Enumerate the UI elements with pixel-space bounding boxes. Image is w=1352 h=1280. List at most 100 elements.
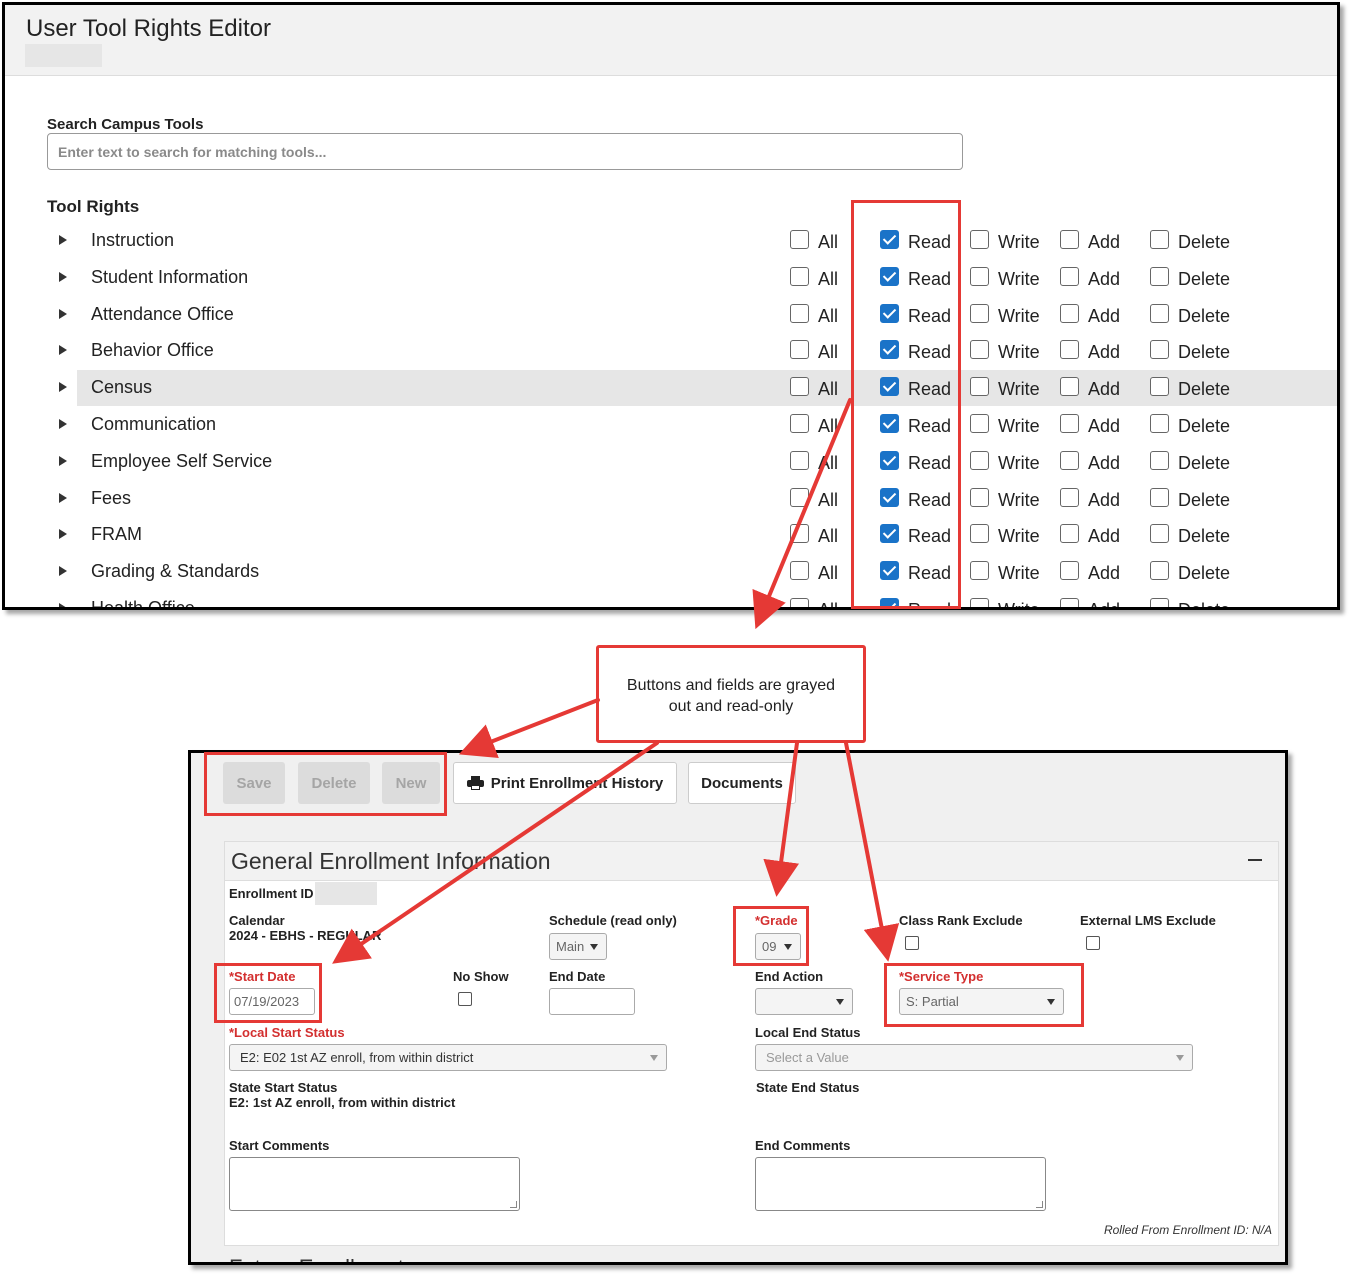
all-checkbox[interactable] (790, 487, 809, 507)
delete-label: Delete (1178, 526, 1231, 547)
add-checkbox[interactable] (1060, 524, 1079, 544)
tool-row[interactable]: Grading & Standards All Read Write Add Delete (55, 554, 1337, 590)
read-checkbox[interactable] (880, 377, 899, 397)
write-checkbox[interactable] (970, 450, 989, 470)
write-checkbox[interactable] (970, 598, 989, 607)
start-date-input[interactable]: 07/19/2023 (229, 988, 315, 1015)
delete-checkbox[interactable] (1150, 598, 1169, 607)
tool-row[interactable]: Health Office All Read Write Add Delete (55, 591, 1337, 607)
read-checkbox[interactable] (880, 340, 899, 360)
end-comments-textarea[interactable] (755, 1157, 1046, 1211)
search-tools-input[interactable] (47, 133, 963, 170)
expand-caret-icon[interactable] (59, 419, 67, 429)
write-checkbox[interactable] (970, 266, 989, 286)
expand-caret-icon[interactable] (59, 529, 67, 540)
delete-checkbox[interactable] (1150, 340, 1169, 360)
add-checkbox[interactable] (1060, 303, 1079, 323)
schedule-select[interactable]: Main (549, 933, 607, 960)
expand-caret-icon[interactable] (59, 603, 67, 607)
write-checkbox[interactable] (970, 487, 989, 507)
delete-checkbox[interactable] (1150, 377, 1169, 397)
grade-select[interactable]: 09 (755, 933, 801, 960)
delete-checkbox[interactable] (1150, 303, 1169, 323)
write-checkbox[interactable] (970, 414, 989, 433)
delete-checkbox[interactable] (1150, 414, 1169, 433)
add-checkbox[interactable] (1060, 230, 1079, 249)
write-checkbox[interactable] (970, 524, 989, 544)
delete-checkbox[interactable] (1150, 524, 1169, 544)
write-checkbox[interactable] (970, 561, 989, 581)
all-checkbox[interactable] (790, 377, 809, 397)
collapse-icon[interactable] (1248, 859, 1262, 861)
add-checkbox[interactable] (1060, 266, 1079, 286)
read-checkbox[interactable] (880, 266, 899, 286)
read-checkbox[interactable] (880, 561, 899, 581)
write-checkbox[interactable] (970, 340, 989, 360)
save-button[interactable]: Save (223, 762, 285, 804)
all-checkbox[interactable] (790, 303, 809, 323)
all-checkbox[interactable] (790, 524, 809, 544)
all-checkbox[interactable] (790, 598, 809, 607)
tool-row[interactable]: Communication All Read Write Add Delete (55, 407, 1337, 443)
expand-caret-icon[interactable] (59, 308, 67, 319)
print-enrollment-history-button[interactable]: Print Enrollment History (453, 762, 677, 804)
all-checkbox[interactable] (790, 266, 809, 286)
tool-row[interactable]: Attendance Office All Read Write Add Delete (55, 297, 1337, 333)
delete-button[interactable]: Delete (298, 762, 370, 804)
rolled-from-enrollment-id: Rolled From Enrollment ID: N/A (1103, 1223, 1272, 1237)
delete-checkbox[interactable] (1150, 266, 1169, 286)
class-rank-exclude-checkbox[interactable] (905, 936, 919, 950)
expand-caret-icon[interactable] (59, 271, 67, 282)
expand-caret-icon[interactable] (59, 345, 67, 356)
write-checkbox[interactable] (970, 377, 989, 397)
expand-caret-icon[interactable] (59, 455, 67, 466)
expand-caret-icon[interactable] (59, 382, 67, 393)
read-checkbox[interactable] (880, 487, 899, 507)
add-checkbox[interactable] (1060, 450, 1079, 470)
add-checkbox[interactable] (1060, 414, 1079, 433)
start-comments-textarea[interactable] (229, 1157, 520, 1211)
all-checkbox[interactable] (790, 414, 809, 433)
end-action-select[interactable] (755, 988, 853, 1015)
local-start-status-select[interactable]: E2: E02 1st AZ enroll, from within distr… (229, 1044, 667, 1071)
tool-row[interactable]: Employee Self Service All Read Write Add Dele… (55, 444, 1337, 480)
tool-row[interactable]: FRAM All Read Write Add Delete (55, 517, 1337, 553)
read-checkbox[interactable] (880, 524, 899, 544)
documents-button[interactable]: Documents (688, 762, 796, 804)
all-checkbox[interactable] (790, 450, 809, 470)
delete-checkbox[interactable] (1150, 487, 1169, 507)
delete-checkbox[interactable] (1150, 230, 1169, 249)
new-button[interactable]: New (382, 762, 440, 804)
delete-checkbox[interactable] (1150, 561, 1169, 581)
add-checkbox[interactable] (1060, 598, 1079, 607)
local-end-status-select[interactable]: Select a Value (755, 1044, 1193, 1071)
service-type-value: S: Partial (906, 994, 959, 1009)
add-checkbox[interactable] (1060, 377, 1079, 397)
external-lms-exclude-checkbox[interactable] (1086, 936, 1100, 950)
read-checkbox[interactable] (880, 414, 899, 433)
expand-caret-icon[interactable] (59, 235, 67, 245)
read-checkbox[interactable] (880, 450, 899, 470)
add-checkbox[interactable] (1060, 561, 1079, 581)
expand-caret-icon[interactable] (59, 492, 67, 503)
all-checkbox[interactable] (790, 340, 809, 360)
add-checkbox[interactable] (1060, 487, 1079, 507)
write-checkbox[interactable] (970, 230, 989, 249)
read-checkbox[interactable] (880, 598, 899, 607)
tool-row[interactable]: Census All Read Write Add Delete (59, 370, 1337, 407)
tool-row[interactable]: Fees All Read Write Add Delete (55, 481, 1337, 517)
write-checkbox[interactable] (970, 303, 989, 323)
tool-row[interactable]: Behavior Office All Read Write Add Delete (55, 333, 1337, 369)
all-checkbox[interactable] (790, 230, 809, 249)
no-show-checkbox[interactable] (458, 992, 472, 1006)
read-checkbox[interactable] (880, 230, 899, 249)
all-checkbox[interactable] (790, 561, 809, 581)
delete-checkbox[interactable] (1150, 450, 1169, 470)
expand-caret-icon[interactable] (59, 566, 67, 577)
tool-row[interactable]: Instruction All Read Write Add Delete (55, 223, 1337, 259)
add-checkbox[interactable] (1060, 340, 1079, 360)
read-checkbox[interactable] (880, 303, 899, 323)
end-date-input[interactable] (549, 988, 635, 1015)
service-type-select[interactable]: S: Partial (899, 988, 1064, 1015)
tool-row[interactable]: Student Information All Read Write Add Delete (55, 260, 1337, 296)
